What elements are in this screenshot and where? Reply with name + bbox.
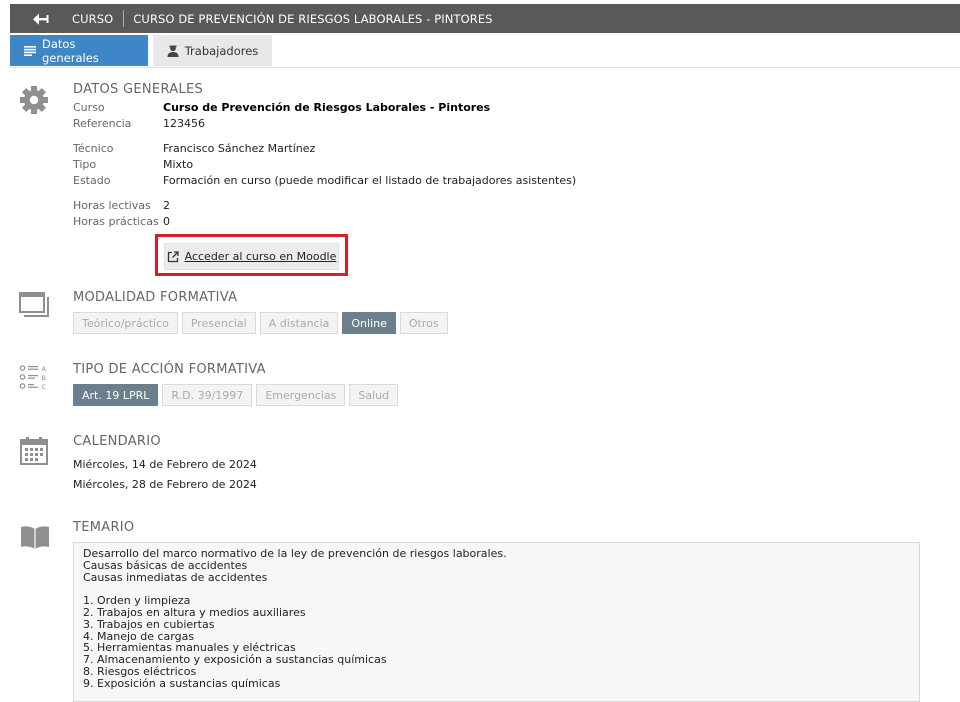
- calendar-icon: [19, 436, 49, 470]
- field-label: Horas prácticas: [73, 215, 159, 228]
- field-referencia: Referencia 123456: [73, 117, 205, 133]
- modalidad-option-otros[interactable]: Otros: [399, 312, 448, 334]
- breadcrumb-section: CURSO: [72, 11, 114, 26]
- svg-text:B: B: [42, 374, 46, 382]
- window-icon: [19, 292, 49, 322]
- section-title-calendario: CALENDARIO: [73, 434, 161, 449]
- svg-text:A: A: [42, 365, 47, 373]
- svg-text:C: C: [42, 383, 47, 391]
- field-value: Francisco Sánchez Martínez: [163, 142, 316, 155]
- field-value: 0: [163, 215, 170, 228]
- calendar-date: Miércoles, 14 de Febrero de 2024: [73, 458, 257, 471]
- tab-datos-generales[interactable]: Datos generales: [10, 35, 148, 66]
- arrow-left-icon: [33, 13, 49, 25]
- list-icon: [24, 45, 36, 56]
- tab-label: Datos generales: [42, 36, 99, 65]
- section-title-tipo-accion: TIPO DE ACCIÓN FORMATIVA: [73, 362, 266, 377]
- breadcrumb-separator: [123, 10, 125, 27]
- temario-line: 3. Trabajos en cubiertas: [83, 617, 215, 631]
- gear-icon: [19, 85, 49, 119]
- modalidad-option-online[interactable]: Online: [342, 312, 396, 334]
- field-label: Curso: [73, 101, 105, 114]
- moodle-button[interactable]: Acceder al curso en Moodle: [164, 243, 339, 270]
- field-label: Estado: [73, 174, 111, 187]
- temario-line: [83, 583, 910, 595]
- temario-line: 7. Almacenamiento y exposición a sustanc…: [83, 653, 387, 667]
- temario-line: 8. Riesgos eléctricos: [83, 664, 197, 678]
- checklist-icon: A B C: [19, 364, 51, 398]
- temario-line: Causas básicas de accidentes: [83, 558, 248, 572]
- tipo-option-salud[interactable]: Salud: [349, 384, 399, 406]
- field-value: 123456: [163, 117, 205, 130]
- temario-line: 9. Exposición a sustancias químicas: [83, 676, 281, 690]
- field-value: Formación en curso (puede modificar el l…: [163, 174, 577, 187]
- field-estado: Estado Formación en curso (puede modific…: [73, 174, 576, 190]
- modalidad-option-teorico-practico[interactable]: Teórico/práctico: [73, 312, 178, 334]
- field-value: Mixto: [163, 158, 194, 171]
- moodle-button-label: Acceder al curso en Moodle: [184, 250, 337, 263]
- modalidad-options: Teórico/práctico Presencial A distancia …: [73, 312, 448, 334]
- top-bar: CURSO CURSO DE PREVENCIÓN DE RIESGOS LAB…: [10, 4, 960, 33]
- field-label: Tipo: [73, 158, 97, 171]
- section-title-modalidad: MODALIDAD FORMATIVA: [73, 290, 238, 305]
- external-link-icon: [167, 250, 179, 263]
- tab-bar: Datos generales Trabajadores: [10, 35, 272, 67]
- modalidad-option-presencial[interactable]: Presencial: [181, 312, 256, 334]
- tab-divider: [10, 67, 960, 68]
- section-title-datos-generales: DATOS GENERALES: [73, 82, 204, 97]
- field-value: Curso de Prevención de Riesgos Laborales…: [163, 101, 491, 114]
- field-tecnico: Técnico Francisco Sánchez Martínez: [73, 142, 315, 158]
- field-tipo: Tipo Mixto: [73, 158, 193, 174]
- moodle-highlight: Acceder al curso en Moodle: [155, 234, 348, 276]
- tipo-option-rd39[interactable]: R.D. 39/1997: [162, 384, 253, 406]
- page-title: CURSO DE PREVENCIÓN DE RIESGOS LABORALES…: [133, 11, 493, 26]
- field-label: Horas lectivas: [73, 199, 151, 212]
- field-value: 2: [163, 199, 170, 212]
- section-title-temario: TEMARIO: [73, 520, 135, 535]
- field-horas-practicas: Horas prácticas 0: [73, 215, 170, 231]
- book-icon: [19, 524, 51, 554]
- field-label: Referencia: [73, 117, 132, 130]
- temario-line: 2. Trabajos en altura y medios auxiliare…: [83, 605, 306, 619]
- temario-line: Causas inmediatas de accidentes: [83, 570, 268, 584]
- back-button[interactable]: [10, 4, 72, 33]
- tab-label: Trabajadores: [184, 43, 259, 58]
- modalidad-option-a-distancia[interactable]: A distancia: [259, 312, 339, 334]
- field-label: Técnico: [73, 142, 114, 155]
- worker-icon: [167, 45, 179, 57]
- field-horas-lectivas: Horas lectivas 2: [73, 199, 170, 215]
- tipo-accion-options: Art. 19 LPRL R.D. 39/1997 Emergencias Sa…: [73, 384, 399, 406]
- tab-trabajadores[interactable]: Trabajadores: [153, 35, 272, 66]
- calendar-date: Miércoles, 28 de Febrero de 2024: [73, 478, 257, 491]
- temario-textarea[interactable]: Desarrollo del marco normativo de la ley…: [73, 542, 920, 702]
- tipo-option-art19[interactable]: Art. 19 LPRL: [73, 384, 159, 406]
- tipo-option-emergencias[interactable]: Emergencias: [256, 384, 346, 406]
- field-curso: Curso Curso de Prevención de Riesgos Lab…: [73, 101, 490, 117]
